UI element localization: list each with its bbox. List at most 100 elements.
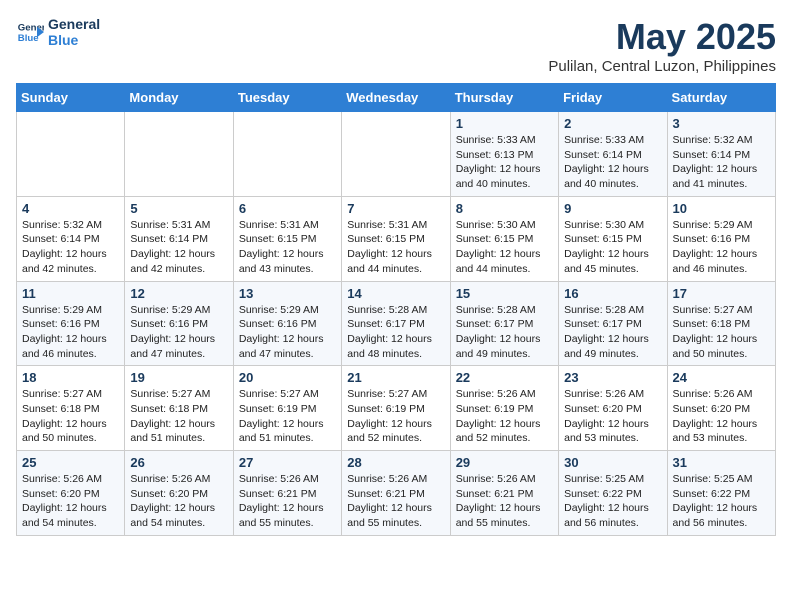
day-number: 25 [22, 455, 119, 470]
svg-text:Blue: Blue [18, 33, 39, 44]
page-header: General Blue General Blue May 2025 Pulil… [16, 16, 776, 75]
day-number: 10 [673, 201, 770, 216]
day-number: 8 [456, 201, 553, 216]
day-number: 2 [564, 116, 661, 131]
calendar-cell: 26 Sunrise: 5:26 AM Sunset: 6:20 PM Dayli… [125, 451, 233, 536]
calendar-cell [17, 112, 125, 197]
day-info: Sunrise: 5:33 AM Sunset: 6:13 PM Dayligh… [456, 133, 553, 192]
day-number: 15 [456, 286, 553, 301]
calendar-week-row: 4 Sunrise: 5:32 AM Sunset: 6:14 PM Daylig… [17, 196, 776, 281]
day-number: 21 [347, 370, 444, 385]
day-number: 23 [564, 370, 661, 385]
calendar-cell: 2 Sunrise: 5:33 AM Sunset: 6:14 PM Daylig… [559, 112, 667, 197]
day-of-week-header: Friday [559, 84, 667, 112]
calendar-cell: 27Sunrise: 5:26 AM Sunset: 6:21 PM Dayli… [233, 451, 341, 536]
month-title: May 2025 [548, 16, 776, 58]
day-info: Sunrise: 5:30 AM Sunset: 6:15 PM Dayligh… [564, 218, 661, 277]
logo-icon: General Blue [16, 18, 44, 46]
calendar-week-row: 18 Sunrise: 5:27 AM Sunset: 6:18 PM Dayli… [17, 366, 776, 451]
day-info: Sunrise: 5:28 AM Sunset: 6:17 PM Dayligh… [564, 303, 661, 362]
day-of-week-header: Thursday [450, 84, 558, 112]
calendar-cell: 15 Sunrise: 5:28 AM Sunset: 6:17 PM Dayli… [450, 281, 558, 366]
calendar-cell: 5 Sunrise: 5:31 AM Sunset: 6:14 PM Daylig… [125, 196, 233, 281]
day-of-week-header: Monday [125, 84, 233, 112]
day-info: Sunrise: 5:26 AM Sunset: 6:21 PM Dayligh… [347, 472, 444, 531]
day-info: Sunrise: 5:27 AM Sunset: 6:18 PM Dayligh… [130, 387, 227, 446]
day-info: Sunrise: 5:29 AM Sunset: 6:16 PM Dayligh… [673, 218, 770, 277]
calendar-cell [125, 112, 233, 197]
calendar-cell: 11Sunrise: 5:29 AM Sunset: 6:16 PM Dayli… [17, 281, 125, 366]
day-info: Sunrise: 5:30 AM Sunset: 6:15 PM Dayligh… [456, 218, 553, 277]
calendar-cell: 3Sunrise: 5:32 AM Sunset: 6:14 PM Daylig… [667, 112, 775, 197]
day-number: 9 [564, 201, 661, 216]
calendar-cell: 10 Sunrise: 5:29 AM Sunset: 6:16 PM Dayli… [667, 196, 775, 281]
day-info: Sunrise: 5:27 AM Sunset: 6:19 PM Dayligh… [239, 387, 336, 446]
calendar-table: SundayMondayTuesdayWednesdayThursdayFrid… [16, 83, 776, 536]
day-info: Sunrise: 5:33 AM Sunset: 6:14 PM Dayligh… [564, 133, 661, 192]
calendar-cell: 25 Sunrise: 5:26 AM Sunset: 6:20 PM Dayli… [17, 451, 125, 536]
day-info: Sunrise: 5:26 AM Sunset: 6:19 PM Dayligh… [456, 387, 553, 446]
calendar-cell: 28 Sunrise: 5:26 AM Sunset: 6:21 PM Dayli… [342, 451, 450, 536]
day-number: 22 [456, 370, 553, 385]
day-info: Sunrise: 5:27 AM Sunset: 6:19 PM Dayligh… [347, 387, 444, 446]
day-of-week-header: Wednesday [342, 84, 450, 112]
day-number: 5 [130, 201, 227, 216]
calendar-week-row: 25 Sunrise: 5:26 AM Sunset: 6:20 PM Dayli… [17, 451, 776, 536]
calendar-cell: 30Sunrise: 5:25 AM Sunset: 6:22 PM Dayli… [559, 451, 667, 536]
day-number: 14 [347, 286, 444, 301]
day-number: 1 [456, 116, 553, 131]
day-info: Sunrise: 5:26 AM Sunset: 6:20 PM Dayligh… [564, 387, 661, 446]
day-info: Sunrise: 5:28 AM Sunset: 6:17 PM Dayligh… [347, 303, 444, 362]
day-number: 4 [22, 201, 119, 216]
logo-text-general: General [48, 16, 100, 32]
day-info: Sunrise: 5:31 AM Sunset: 6:14 PM Dayligh… [130, 218, 227, 277]
day-info: Sunrise: 5:31 AM Sunset: 6:15 PM Dayligh… [239, 218, 336, 277]
day-number: 3 [673, 116, 770, 131]
day-number: 18 [22, 370, 119, 385]
calendar-cell: 29 Sunrise: 5:26 AM Sunset: 6:21 PM Dayli… [450, 451, 558, 536]
calendar-cell: 19 Sunrise: 5:27 AM Sunset: 6:18 PM Dayli… [125, 366, 233, 451]
calendar-week-row: 11Sunrise: 5:29 AM Sunset: 6:16 PM Dayli… [17, 281, 776, 366]
calendar-cell: 6 Sunrise: 5:31 AM Sunset: 6:15 PM Daylig… [233, 196, 341, 281]
day-info: Sunrise: 5:26 AM Sunset: 6:21 PM Dayligh… [239, 472, 336, 531]
day-number: 28 [347, 455, 444, 470]
day-info: Sunrise: 5:29 AM Sunset: 6:16 PM Dayligh… [239, 303, 336, 362]
calendar-cell: 16Sunrise: 5:28 AM Sunset: 6:17 PM Dayli… [559, 281, 667, 366]
day-number: 17 [673, 286, 770, 301]
calendar-cell: 21 Sunrise: 5:27 AM Sunset: 6:19 PM Dayli… [342, 366, 450, 451]
day-info: Sunrise: 5:29 AM Sunset: 6:16 PM Dayligh… [22, 303, 119, 362]
day-number: 13 [239, 286, 336, 301]
day-number: 24 [673, 370, 770, 385]
calendar-cell: 20 Sunrise: 5:27 AM Sunset: 6:19 PM Dayli… [233, 366, 341, 451]
calendar-cell: 22 Sunrise: 5:26 AM Sunset: 6:19 PM Dayli… [450, 366, 558, 451]
day-info: Sunrise: 5:32 AM Sunset: 6:14 PM Dayligh… [22, 218, 119, 277]
calendar-cell: 4 Sunrise: 5:32 AM Sunset: 6:14 PM Daylig… [17, 196, 125, 281]
day-info: Sunrise: 5:26 AM Sunset: 6:21 PM Dayligh… [456, 472, 553, 531]
day-info: Sunrise: 5:26 AM Sunset: 6:20 PM Dayligh… [130, 472, 227, 531]
calendar-cell: 18 Sunrise: 5:27 AM Sunset: 6:18 PM Dayli… [17, 366, 125, 451]
location: Pulilan, Central Luzon, Philippines [548, 58, 776, 75]
logo-text-blue: Blue [48, 32, 100, 48]
calendar-cell: 1 Sunrise: 5:33 AM Sunset: 6:13 PM Daylig… [450, 112, 558, 197]
calendar-cell: 31Sunrise: 5:25 AM Sunset: 6:22 PM Dayli… [667, 451, 775, 536]
calendar-cell [233, 112, 341, 197]
calendar-cell: 9 Sunrise: 5:30 AM Sunset: 6:15 PM Daylig… [559, 196, 667, 281]
day-number: 6 [239, 201, 336, 216]
day-info: Sunrise: 5:28 AM Sunset: 6:17 PM Dayligh… [456, 303, 553, 362]
day-number: 30 [564, 455, 661, 470]
calendar-cell: 13 Sunrise: 5:29 AM Sunset: 6:16 PM Dayli… [233, 281, 341, 366]
day-number: 26 [130, 455, 227, 470]
calendar-cell: 17 Sunrise: 5:27 AM Sunset: 6:18 PM Dayli… [667, 281, 775, 366]
day-info: Sunrise: 5:27 AM Sunset: 6:18 PM Dayligh… [22, 387, 119, 446]
calendar-cell: 24 Sunrise: 5:26 AM Sunset: 6:20 PM Dayli… [667, 366, 775, 451]
day-of-week-header: Saturday [667, 84, 775, 112]
day-number: 19 [130, 370, 227, 385]
day-info: Sunrise: 5:25 AM Sunset: 6:22 PM Dayligh… [673, 472, 770, 531]
day-number: 29 [456, 455, 553, 470]
day-of-week-header: Tuesday [233, 84, 341, 112]
day-number: 20 [239, 370, 336, 385]
day-info: Sunrise: 5:26 AM Sunset: 6:20 PM Dayligh… [22, 472, 119, 531]
day-info: Sunrise: 5:27 AM Sunset: 6:18 PM Dayligh… [673, 303, 770, 362]
day-info: Sunrise: 5:26 AM Sunset: 6:20 PM Dayligh… [673, 387, 770, 446]
logo: General Blue General Blue [16, 16, 100, 48]
